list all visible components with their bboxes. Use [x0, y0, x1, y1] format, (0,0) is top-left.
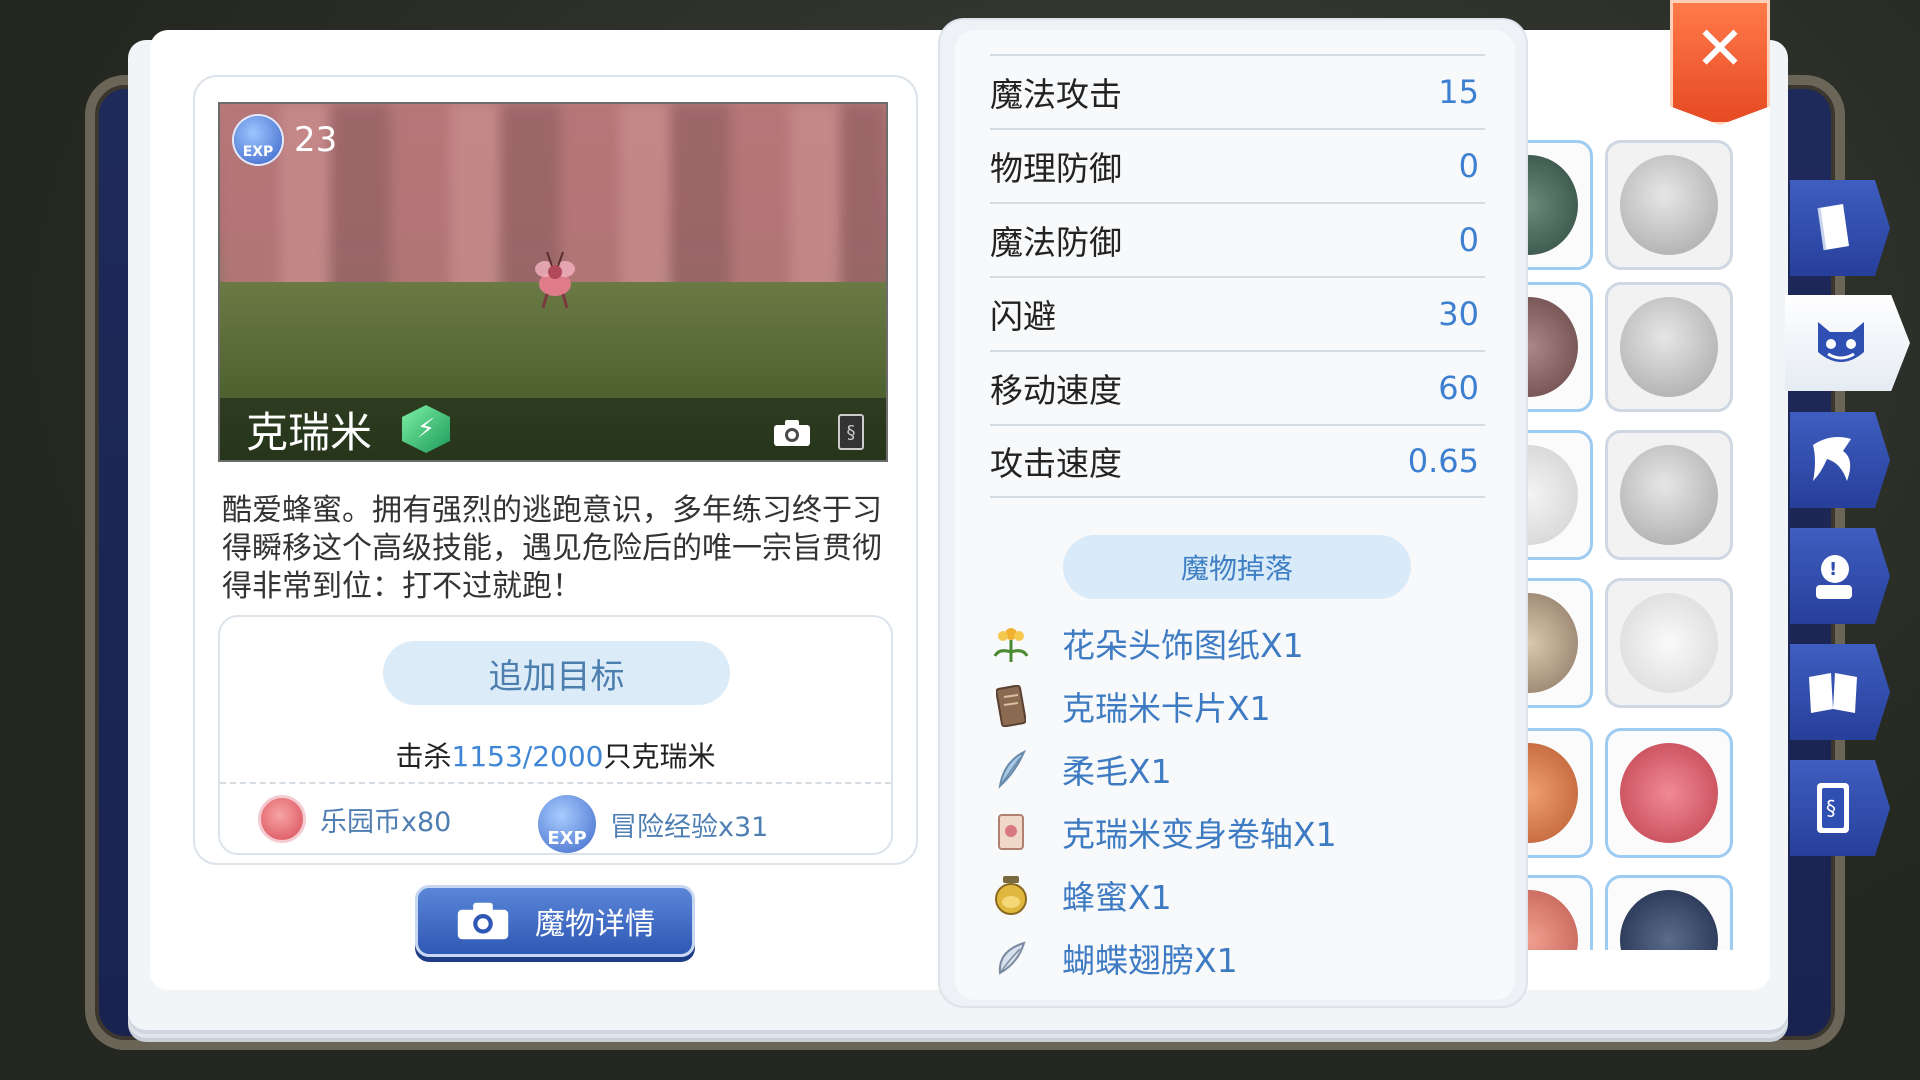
monster-grid — [1525, 140, 1735, 950]
monster-grid-cell[interactable] — [1525, 140, 1593, 270]
tab-handbook[interactable] — [1790, 180, 1890, 276]
tab-npc[interactable]: ! — [1790, 528, 1890, 624]
monster-grid-cell[interactable] — [1525, 875, 1593, 950]
stat-value: 0 — [1458, 221, 1479, 259]
kill-progress: 击杀1153/2000只克瑞米 — [220, 735, 891, 775]
kill-prefix: 击杀 — [395, 740, 452, 773]
exp-icon: EXP — [538, 795, 596, 853]
reward-park-coin: 乐园币x80 — [258, 795, 451, 843]
book-icon — [1817, 204, 1849, 251]
wind-element-icon: ⚡ — [402, 405, 451, 453]
add-target-button[interactable]: 追加目标 — [383, 641, 730, 705]
kill-suffix: 只克瑞米 — [603, 740, 716, 773]
exp-icon: EXP — [234, 116, 282, 164]
monster-detail-label: 魔物详情 — [535, 907, 655, 942]
reward-label: 乐园币x80 — [320, 806, 452, 838]
monster-exp-value: 23 — [294, 120, 338, 160]
npc-head-icon: ! — [1816, 555, 1852, 599]
hunt-target-box: 追加目标 击杀1153/2000只克瑞米 乐园币x80 EXP 冒险经验x31 — [218, 615, 893, 855]
stat-value: 15 — [1438, 73, 1479, 111]
drop-item[interactable]: 克瑞米变身卷轴X1 — [990, 807, 1490, 857]
drop-label: 克瑞米卡片X1 — [1062, 689, 1271, 728]
tab-guide[interactable] — [1790, 644, 1890, 740]
monster-face-icon — [1817, 322, 1864, 362]
drop-label: 柔毛X1 — [1062, 752, 1172, 791]
stat-value: 0 — [1458, 147, 1479, 185]
svg-text:§: § — [1826, 796, 1836, 820]
tab-horn[interactable] — [1790, 412, 1890, 508]
honey-jar-icon — [990, 874, 1032, 916]
drop-item[interactable]: 花朵头饰图纸X1 — [990, 618, 1490, 668]
stat-label: 闪避 — [990, 297, 1056, 336]
monster-grid-cell[interactable] — [1605, 430, 1733, 560]
drop-label: 蝴蝶翅膀X1 — [1062, 941, 1238, 980]
tab-cards[interactable]: § — [1790, 760, 1890, 856]
stat-label: 魔法防御 — [990, 223, 1122, 262]
stat-value: 30 — [1438, 295, 1479, 333]
close-icon: ✕ — [1694, 13, 1746, 84]
drop-label: 蜂蜜X1 — [1062, 878, 1172, 917]
monster-description: 酷爱蜂蜜。拥有强烈的逃跑意识，多年练习终于习得瞬移这个高级技能，遇见危险后的唯一… — [222, 493, 882, 604]
monster-name: 克瑞米 — [246, 407, 373, 457]
close-button[interactable]: ✕ — [1670, 0, 1770, 125]
monster-grid-cell[interactable] — [1605, 578, 1733, 708]
stat-value: 0.65 — [1407, 442, 1479, 480]
monster-drops-button[interactable]: 魔物掉落 — [1063, 535, 1411, 599]
drop-item[interactable]: 蝴蝶翅膀X1 — [990, 933, 1490, 983]
monster-exp-badge: EXP 23 — [234, 116, 337, 164]
open-book-icon — [1809, 673, 1857, 713]
card-icon — [990, 685, 1032, 727]
stat-label: 魔法攻击 — [990, 75, 1122, 114]
camera-icon[interactable] — [772, 418, 812, 448]
stat-row-magic-attack: 魔法攻击 15 — [990, 54, 1485, 128]
scroll-icon — [990, 811, 1032, 853]
drop-label: 花朵头饰图纸X1 — [1062, 626, 1304, 665]
monster-grid-cell[interactable] — [1525, 728, 1593, 858]
park-coin-icon — [258, 795, 306, 843]
stat-label: 物理防御 — [990, 149, 1122, 188]
drop-item[interactable]: 柔毛X1 — [990, 744, 1490, 794]
monster-grid-cell[interactable] — [1525, 430, 1593, 560]
svg-text:!: ! — [1829, 559, 1837, 580]
drop-item[interactable]: 蜂蜜X1 — [990, 870, 1490, 920]
reward-adventure-exp: EXP 冒险经验x31 — [538, 795, 768, 853]
stat-row-physical-defense: 物理防御 0 — [990, 128, 1485, 202]
divider — [220, 782, 891, 784]
monster-preview: EXP 23 克瑞米 ⚡ § — [218, 102, 888, 462]
reward-label: 冒险经验x31 — [610, 811, 769, 843]
monster-grid-cell[interactable] — [1525, 282, 1593, 412]
monster-grid-cell[interactable] — [1605, 140, 1733, 270]
stat-row-attack-speed: 攻击速度 0.65 — [990, 424, 1485, 498]
monster-detail-button[interactable]: 魔物详情 — [415, 885, 695, 957]
card-icon: § — [1817, 783, 1849, 833]
monster-grid-cell[interactable] — [1605, 728, 1733, 858]
drop-label: 克瑞米变身卷轴X1 — [1062, 815, 1337, 854]
monster-grid-cell[interactable] — [1605, 875, 1733, 950]
stat-label: 移动速度 — [990, 371, 1122, 410]
drop-item[interactable]: 克瑞米卡片X1 — [990, 681, 1490, 731]
kill-count: 1153/2000 — [451, 740, 604, 773]
horn-icon — [1813, 437, 1851, 481]
wing-icon — [990, 937, 1032, 979]
stat-row-dodge: 闪避 30 — [990, 276, 1485, 350]
stat-label: 攻击速度 — [990, 444, 1122, 483]
stat-row-move-speed: 移动速度 60 — [990, 350, 1485, 424]
monster-card-icon[interactable]: § — [838, 414, 864, 450]
monster-grid-cell[interactable] — [1605, 282, 1733, 412]
stat-row-magic-defense: 魔法防御 0 — [990, 202, 1485, 276]
tab-monster[interactable] — [1785, 295, 1910, 391]
feather-icon — [990, 748, 1032, 790]
flower-icon — [990, 622, 1032, 664]
monster-sprite — [535, 251, 575, 309]
camera-icon — [457, 902, 509, 940]
monster-grid-cell[interactable] — [1525, 578, 1593, 708]
stat-value: 60 — [1438, 369, 1479, 407]
